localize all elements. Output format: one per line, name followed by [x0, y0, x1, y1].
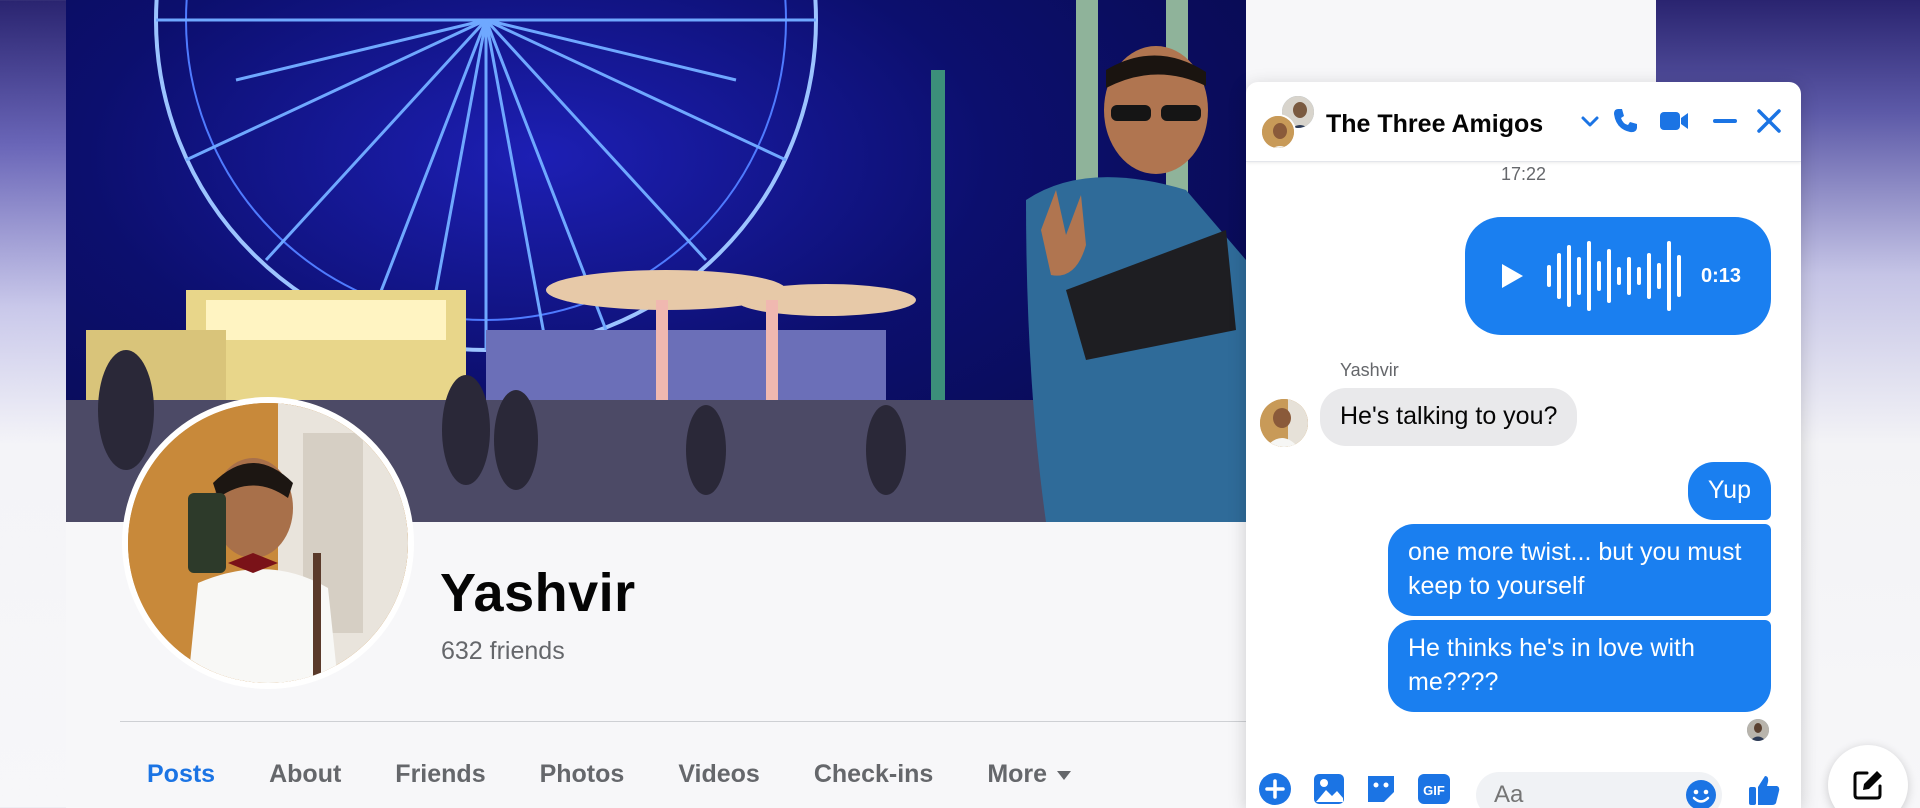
audio-waveform: [1547, 241, 1681, 311]
tab-about[interactable]: About: [242, 752, 368, 796]
message-composer: GIF: [1246, 762, 1801, 808]
chevron-down-icon[interactable]: [1580, 112, 1600, 132]
message-incoming[interactable]: He's talking to you?: [1320, 388, 1578, 446]
photo-icon[interactable]: [1312, 772, 1346, 806]
sender-avatar[interactable]: [1260, 399, 1308, 447]
gif-icon[interactable]: GIF: [1416, 772, 1452, 806]
voice-duration: 0:13: [1701, 265, 1742, 287]
close-icon[interactable]: [1754, 106, 1784, 136]
minimize-icon[interactable]: [1710, 106, 1740, 136]
tab-posts[interactable]: Posts: [120, 752, 242, 796]
caret-down-icon: [1057, 770, 1072, 780]
chat-window: The Three Amigos 17:22 0:13 Yashvir He's…: [1246, 82, 1801, 808]
tab-photos[interactable]: Photos: [513, 752, 652, 796]
profile-avatar-illustration: [128, 403, 408, 683]
compose-icon: [1853, 771, 1882, 800]
video-camera-icon[interactable]: [1658, 106, 1690, 136]
tab-more[interactable]: More: [960, 752, 1098, 796]
thumbs-up-icon[interactable]: [1746, 772, 1782, 808]
voice-message[interactable]: 0:13: [1465, 217, 1771, 335]
message-outgoing[interactable]: one more twist... but you must keep to y…: [1388, 524, 1771, 616]
profile-avatar[interactable]: [122, 397, 414, 689]
profile-tabs: Posts About Friends Photos Videos Check-…: [120, 752, 1098, 808]
chat-title[interactable]: The Three Amigos: [1326, 110, 1543, 139]
tab-friends[interactable]: Friends: [368, 752, 512, 796]
tab-more-label: More: [987, 760, 1048, 788]
profile-name: Yashvir: [440, 563, 636, 623]
friend-count[interactable]: 632 friends: [441, 637, 565, 666]
member-avatar: [1260, 114, 1296, 150]
message-timestamp: 17:22: [1500, 164, 1547, 184]
chat-header: The Three Amigos: [1246, 82, 1801, 162]
message-outgoing[interactable]: He thinks he's in love with me????: [1388, 620, 1771, 712]
sender-name: Yashvir: [1340, 360, 1399, 380]
message-outgoing[interactable]: Yup: [1687, 462, 1771, 520]
phone-icon[interactable]: [1610, 106, 1640, 136]
tab-check-ins[interactable]: Check-ins: [787, 752, 960, 796]
sticker-icon[interactable]: [1364, 772, 1398, 806]
tab-divider: [120, 721, 1250, 722]
seen-receipt-avatar: [1747, 719, 1769, 741]
play-icon[interactable]: [1499, 262, 1525, 290]
svg-text:GIF: GIF: [1423, 783, 1445, 798]
plus-icon[interactable]: [1258, 772, 1292, 806]
group-avatar[interactable]: [1260, 94, 1316, 150]
tab-videos[interactable]: Videos: [651, 752, 787, 796]
emoji-icon[interactable]: [1684, 778, 1718, 808]
